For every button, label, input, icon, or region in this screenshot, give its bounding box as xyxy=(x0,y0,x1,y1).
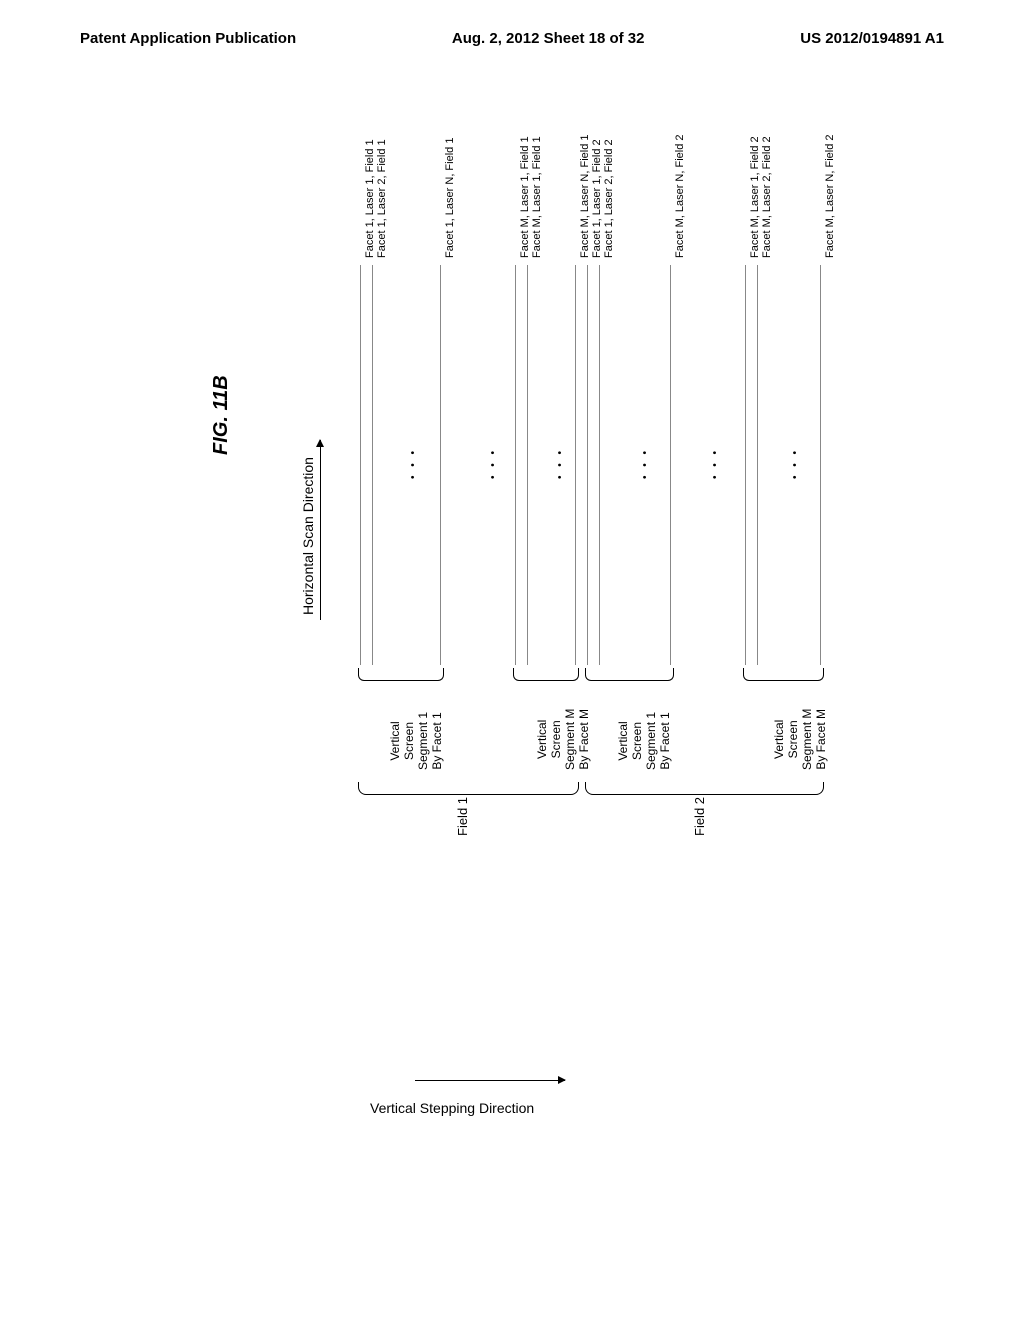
segment-label: VerticalScreenSegment 1By Facet 1 xyxy=(616,712,672,770)
ellipsis-icon: • • • xyxy=(790,448,801,479)
scan-line xyxy=(745,265,746,665)
field-label: Field 2 xyxy=(692,797,707,836)
page-header: Patent Application Publication Aug. 2, 2… xyxy=(0,0,1024,57)
header-patent-number: US 2012/0194891 A1 xyxy=(800,30,944,47)
scan-line xyxy=(360,265,361,665)
segment-bracket xyxy=(743,668,824,681)
field-bracket xyxy=(585,782,824,795)
scan-line-label: Facet M, Laser N, Field 2 xyxy=(674,135,686,259)
scan-line xyxy=(372,265,373,665)
field-bracket xyxy=(358,782,579,795)
scan-line-label: Facet 1, Laser N, Field 1 xyxy=(444,138,456,258)
scan-line xyxy=(587,265,588,665)
scan-line-label: Facet M, Laser 1, Field 1 xyxy=(531,136,543,258)
scan-line xyxy=(820,265,821,665)
scan-line-label: Facet 1, Laser 1, Field 1 xyxy=(364,139,376,258)
scan-line xyxy=(670,265,671,665)
scan-line-label: Facet M, Laser N, Field 2 xyxy=(824,135,836,259)
scan-line xyxy=(440,265,441,665)
header-date-sheet: Aug. 2, 2012 Sheet 18 of 32 xyxy=(452,30,645,47)
segment-bracket xyxy=(513,668,579,681)
segment-bracket xyxy=(358,668,444,681)
horizontal-arrow-icon xyxy=(320,440,321,620)
scan-line xyxy=(599,265,600,665)
scan-line-label: Facet 1, Laser 1, Field 2 xyxy=(591,139,603,258)
scan-line xyxy=(575,265,576,665)
scan-line-label: Facet 1, Laser 2, Field 2 xyxy=(603,139,615,258)
ellipsis-icon: • • • xyxy=(710,448,721,479)
segment-label: VerticalScreenSegment 1By Facet 1 xyxy=(388,712,444,770)
ellipsis-icon: • • • xyxy=(555,448,566,479)
ellipsis-icon: • • • xyxy=(488,448,499,479)
scan-line-label: Facet 1, Laser 2, Field 1 xyxy=(376,139,388,258)
vertical-stepping-arrow xyxy=(415,1080,565,1082)
segment-label: VerticalScreenSegment MBy Facet M xyxy=(535,709,591,770)
vertical-stepping-label: Vertical Stepping Direction xyxy=(370,1100,534,1116)
field-label: Field 1 xyxy=(455,797,470,836)
scan-line-label: Facet M, Laser 1, Field 1 xyxy=(519,136,531,258)
scan-line-label: Facet M, Laser 1, Field 2 xyxy=(749,136,761,258)
scan-line xyxy=(515,265,516,665)
horizontal-scan-label: Horizontal Scan Direction xyxy=(300,457,316,615)
figure-title: FIG. 11B xyxy=(210,375,233,455)
scan-line xyxy=(757,265,758,665)
figure-container: FIG. 11B Horizontal Scan Direction Facet… xyxy=(140,200,890,1080)
header-publication: Patent Application Publication xyxy=(80,30,296,47)
scan-line xyxy=(527,265,528,665)
scan-line-label: Facet M, Laser N, Field 1 xyxy=(579,135,591,259)
scan-line-label: Facet M, Laser 2, Field 2 xyxy=(761,136,773,258)
segment-bracket xyxy=(585,668,674,681)
segment-label: VerticalScreenSegment MBy Facet M xyxy=(772,709,828,770)
ellipsis-icon: • • • xyxy=(640,448,651,479)
ellipsis-icon: • • • xyxy=(408,448,419,479)
